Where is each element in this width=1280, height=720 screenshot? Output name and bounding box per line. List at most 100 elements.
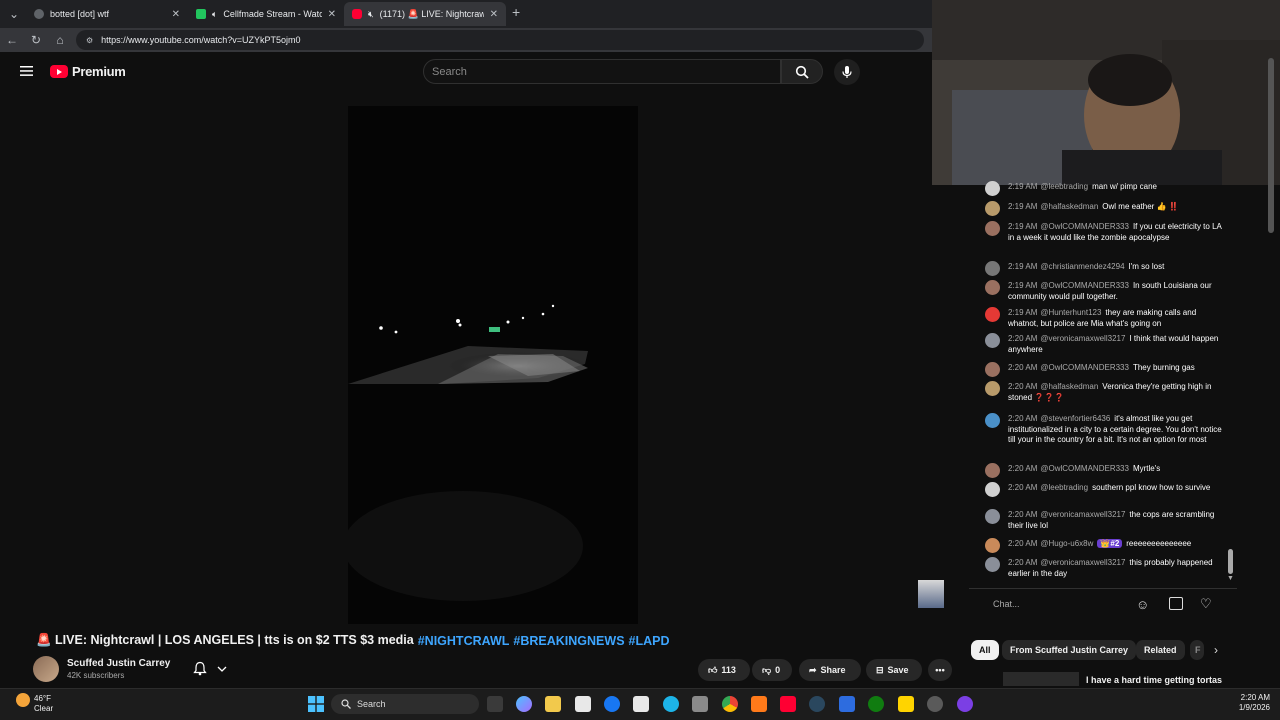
chat-username[interactable]: @christianmendez4294	[1040, 262, 1124, 271]
chat-message[interactable]: 2:20 AM @halfaskedman Veronica they're get…	[985, 381, 1225, 403]
chat-username[interactable]: @stevenfortier6436	[1040, 414, 1110, 423]
chat-message[interactable]: 2:19 AM @halfaskedman Owl me eather 👍 ‼️	[985, 201, 1225, 216]
chat-username[interactable]: @veronicamaxwell3217	[1040, 558, 1125, 567]
steam-icon[interactable]	[809, 696, 825, 712]
emoji-icon[interactable]: ☺	[1136, 597, 1149, 612]
menu-icon[interactable]	[19, 64, 35, 78]
site-info-icon[interactable]: ⚙︎	[86, 36, 93, 45]
chat-username[interactable]: @leebtrading	[1040, 182, 1088, 191]
close-tab-icon[interactable]: ✕	[172, 9, 180, 20]
browser-tab-cellfmade[interactable]: 🔈︎ Cellfmade Stream - Watch Li ✕	[188, 2, 344, 26]
home-icon[interactable]: ⌂	[48, 28, 72, 52]
settings-gear-icon[interactable]	[927, 696, 943, 712]
chrome-icon[interactable]	[722, 696, 738, 712]
chat-username[interactable]: @veronicamaxwell3217	[1040, 334, 1125, 343]
chat-username[interactable]: @Hunterhunt123	[1040, 308, 1101, 317]
chevron-right-icon[interactable]: ›	[1214, 643, 1218, 657]
chat-message[interactable]: 2:20 AM @Hugo-u6x8w 👑#2 reeeeeeeeeeeeee	[985, 538, 1225, 553]
amazon-icon[interactable]	[633, 696, 649, 712]
chat-username[interactable]: @OwlCOMMANDER333	[1040, 464, 1129, 473]
xbox-icon[interactable]	[868, 696, 884, 712]
microsoft-store-icon[interactable]	[575, 696, 591, 712]
chat-message[interactable]: 2:20 AM @veronicamaxwell3217 the cops are …	[985, 509, 1225, 531]
chat-scrollbar[interactable]	[1228, 549, 1233, 574]
chevron-down-icon[interactable]	[217, 666, 227, 672]
chat-input[interactable]: Chat...	[987, 595, 1132, 613]
more-actions-button[interactable]: •••	[928, 659, 952, 681]
chat-avatar[interactable]	[985, 221, 1000, 236]
back-arrow-icon[interactable]: ←	[0, 28, 24, 52]
hashtag-link[interactable]: #LAPD	[629, 634, 670, 648]
chat-filter-channel[interactable]: From Scuffed Justin Carrey	[1002, 640, 1137, 660]
chat-avatar[interactable]	[985, 381, 1000, 396]
hashtag-link[interactable]: #NIGHTCRAWL	[418, 634, 510, 648]
vlc-icon[interactable]	[751, 696, 767, 712]
bell-icon[interactable]	[193, 661, 207, 676]
dislike-button[interactable]: 👎︎ 0	[752, 659, 792, 681]
page-scrollbar[interactable]	[1268, 58, 1274, 233]
next-video-thumbnail[interactable]	[1003, 672, 1079, 686]
scroll-down-icon[interactable]: ▼	[1227, 575, 1234, 582]
chat-message[interactable]: 2:20 AM @veronicamaxwell3217 I think that …	[985, 333, 1225, 355]
floating-thumbnail[interactable]	[918, 580, 944, 608]
chat-username[interactable]: @halfaskedman	[1040, 382, 1098, 391]
chat-username[interactable]: @leebtrading	[1040, 483, 1088, 492]
chat-avatar[interactable]	[985, 261, 1000, 276]
close-tab-icon[interactable]: ✕	[328, 9, 336, 20]
gift-icon[interactable]	[1169, 597, 1183, 610]
next-video-title[interactable]: I have a hard time getting tortas	[1086, 675, 1222, 685]
save-button[interactable]: ⊟ Save	[866, 659, 922, 681]
chat-avatar[interactable]	[985, 307, 1000, 322]
chat-avatar[interactable]	[985, 333, 1000, 348]
chat-avatar[interactable]	[985, 280, 1000, 295]
channel-avatar[interactable]	[33, 656, 59, 682]
close-tab-icon[interactable]: ✕	[490, 9, 498, 20]
chat-avatar[interactable]	[985, 181, 1000, 196]
chat-message[interactable]: 2:20 AM @veronicamaxwell3217 this probably…	[985, 557, 1225, 579]
sticky-notes-icon[interactable]	[898, 696, 914, 712]
chat-avatar[interactable]	[985, 509, 1000, 524]
search-button[interactable]	[781, 59, 823, 84]
search-input[interactable]: Search	[423, 59, 781, 84]
voice-search-button[interactable]	[834, 59, 860, 85]
new-tab-button[interactable]: +	[512, 4, 520, 20]
browser-tab-youtube-active[interactable]: 🔇︎ (1171) 🚨 LIVE: Nightcrawl | L ✕	[344, 2, 506, 26]
facebook-icon[interactable]	[604, 696, 620, 712]
chat-username[interactable]: @halfaskedman	[1040, 202, 1098, 211]
heart-icon[interactable]: ♡	[1200, 596, 1212, 612]
task-view-icon[interactable]	[487, 696, 503, 712]
app-icon[interactable]	[839, 696, 855, 712]
chat-username[interactable]: @Hugo-u6x8w	[1040, 539, 1093, 548]
chat-username[interactable]: @veronicamaxwell3217	[1040, 510, 1125, 519]
chat-message[interactable]: 2:20 AM @stevenfortier6436 it's almost lik…	[985, 413, 1225, 446]
chat-filter-related[interactable]: Related	[1136, 640, 1185, 660]
youtube-app-icon[interactable]	[780, 696, 796, 712]
youtube-premium-logo[interactable]: Premium	[50, 64, 126, 79]
chat-username[interactable]: @OwlCOMMANDER333	[1040, 222, 1129, 231]
chat-avatar[interactable]	[985, 362, 1000, 377]
file-explorer-icon[interactable]	[545, 696, 561, 712]
share-button[interactable]: ➦ Share	[799, 659, 861, 681]
chat-message[interactable]: 2:20 AM @OwlCOMMANDER333 They burning gas	[985, 362, 1225, 377]
notification-control[interactable]	[193, 661, 227, 676]
calculator-icon[interactable]	[692, 696, 708, 712]
chat-avatar[interactable]	[985, 557, 1000, 572]
chat-username[interactable]: @OwlCOMMANDER333	[1040, 281, 1129, 290]
chat-message[interactable]: 2:19 AM @leebtrading man w/ pimp cane	[985, 181, 1225, 196]
tab-list-chevron-icon[interactable]: ⌄	[2, 2, 26, 26]
chat-filter-more[interactable]: F	[1190, 640, 1204, 660]
like-button[interactable]: 👍︎ 113	[698, 659, 750, 681]
chat-message[interactable]: 2:19 AM @Hunterhunt123 they are making cal…	[985, 307, 1225, 329]
system-clock[interactable]: 2:20 AM 1/9/2026	[1228, 693, 1270, 713]
chat-avatar[interactable]	[985, 482, 1000, 497]
browser-tab-botted[interactable]: botted [dot] wtf ✕	[26, 2, 188, 26]
weather-moon-icon[interactable]	[16, 693, 30, 707]
reload-icon[interactable]: ↻	[24, 28, 48, 52]
chat-message[interactable]: 2:19 AM @christianmendez4294 I'm so lost	[985, 261, 1225, 276]
edge-icon[interactable]	[663, 696, 679, 712]
channel-name[interactable]: Scuffed Justin Carrey	[67, 658, 170, 669]
url-field[interactable]: ⚙︎ https://www.youtube.com/watch?v=UZYkP…	[76, 30, 924, 50]
chat-avatar[interactable]	[985, 413, 1000, 428]
taskbar-search[interactable]: Search	[331, 694, 479, 714]
chat-message[interactable]: 2:19 AM @OwlCOMMANDER333 In south Louisian…	[985, 280, 1225, 302]
